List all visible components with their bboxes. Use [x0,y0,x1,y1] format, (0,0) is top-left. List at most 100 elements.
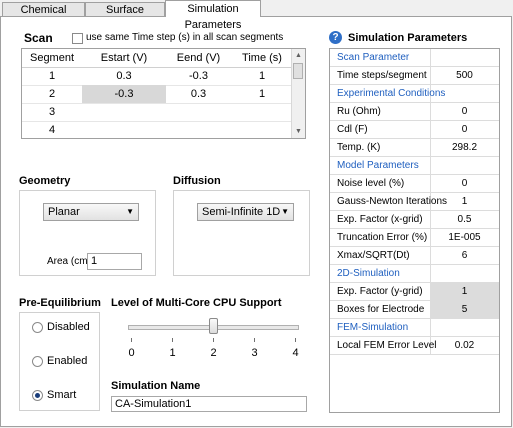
table-cell-time[interactable]: 1 [231,85,293,104]
table-row-segment: 2 [22,85,82,104]
parameter-row: Boxes for Electrode 5 [330,301,499,319]
table-cell-eend[interactable]: 0.3 [166,85,231,104]
radio-enabled[interactable] [32,356,43,367]
cpu-tick-mark [131,338,132,342]
table-cell-time[interactable]: 1 [231,67,293,86]
parameter-row: Truncation Error (%) 1E-005 [330,229,499,247]
parameter-label: Xmax/SQRT(Dt) [337,250,410,261]
cpu-tick-mark [213,338,214,342]
table-cell-time[interactable] [231,121,293,138]
parameter-value[interactable]: 1 [430,193,499,210]
geometry-title: Geometry [19,175,71,187]
parameters-title: Simulation Parameters [348,32,468,44]
chevron-down-icon: ▼ [281,207,289,216]
table-row-segment: 1 [22,67,82,86]
table-cell-eend[interactable]: -0.3 [166,67,231,86]
parameter-label: Cdl (F) [337,124,368,135]
parameter-value[interactable]: 298.2 [430,139,499,156]
diffusion-select[interactable]: Semi-Infinite 1D ▼ [197,203,294,221]
parameter-row: Noise level (%) 0 [330,175,499,193]
parameter-value[interactable]: 0 [430,103,499,120]
cpu-tick-mark [295,338,296,342]
parameter-section-header: Model Parameters [330,157,499,175]
cpu-tick-label: 0 [128,347,135,359]
column-header-estart: Estart (V) [82,49,166,68]
pre-equilibrium-title: Pre-Equilibrium [19,297,101,309]
table-cell-estart[interactable] [82,103,166,122]
tab-strip: Chemical Reactions Surface Reactions Sim… [0,0,513,31]
parameter-value[interactable]: 5 [430,301,499,318]
parameter-value[interactable]: 1E-005 [430,229,499,246]
parameter-row: Local FEM Error Level 0.02 [330,337,499,355]
table-cell-time[interactable] [231,103,293,122]
parameter-value[interactable]: 0 [430,121,499,138]
cpu-slider-thumb[interactable] [209,318,218,334]
table-row-segment: 3 [22,103,82,122]
scroll-up-icon[interactable]: ▲ [292,49,305,62]
table-cell-estart[interactable] [82,121,166,138]
cpu-tick-mark [172,338,173,342]
tab-chemical-reactions[interactable]: Chemical Reactions [2,2,85,30]
simulation-name-title: Simulation Name [111,380,201,392]
column-header-segment: Segment [22,49,82,68]
parameter-section-header: Scan Parameter [330,49,499,67]
radio-smart-label: Smart [47,389,77,401]
scroll-down-icon[interactable]: ▼ [292,125,305,138]
parameter-label: Scan Parameter [337,52,410,63]
parameter-row: Gauss-Newton Iterations 1 [330,193,499,211]
parameters-table: Scan Parameter Time steps/segment 500 Exper… [329,48,500,413]
parameter-label: Temp. (K) [337,142,381,153]
parameter-row: Exp. Factor (y-grid) 1 [330,283,499,301]
parameter-section-header: FEM-Simulation [330,319,499,337]
table-cell-estart-selected[interactable]: -0.3 [82,85,166,104]
parameter-label: Exp. Factor (y-grid) [337,286,423,297]
parameter-value[interactable]: 0 [430,175,499,192]
tab-surface-reactions[interactable]: Surface Reactions [85,2,165,30]
geometry-select[interactable]: Planar ▼ [43,203,139,221]
parameter-row: Time steps/segment 500 [330,67,499,85]
cpu-title: Level of Multi-Core CPU Support [111,297,282,309]
scan-grid: Segment Estart (V) Eend (V) Time (s) 1 0… [21,48,306,139]
tab-simulation-parameters[interactable]: Simulation Parameters [165,0,261,31]
parameter-row: Cdl (F) 0 [330,121,499,139]
diffusion-selected: Semi-Infinite 1D [202,206,281,218]
column-header-eend: Eend (V) [166,49,231,68]
parameter-row: Xmax/SQRT(Dt) 6 [330,247,499,265]
parameter-value[interactable]: 0.5 [430,211,499,228]
table-cell-eend[interactable] [166,103,231,122]
scan-title: Scan [24,31,53,45]
parameter-label: Truncation Error (%) [337,232,428,243]
parameter-label: Model Parameters [337,160,419,171]
parameter-section-header: 2D-Simulation [330,265,499,283]
parameter-value[interactable]: 6 [430,247,499,264]
parameter-value[interactable]: 500 [430,67,499,84]
parameter-label: Exp. Factor (x-grid) [337,214,423,225]
same-timestep-label: use same Time step (s) in all scan segme… [86,32,284,43]
parameter-label: Noise level (%) [337,178,405,189]
column-header-time: Time (s) [231,49,293,68]
radio-smart[interactable] [32,390,43,401]
table-row-segment: 4 [22,121,82,138]
radio-disabled[interactable] [32,322,43,333]
parameter-value[interactable]: 1 [430,283,499,300]
cpu-tick-label: 1 [169,347,176,359]
radio-enabled-label: Enabled [47,355,88,367]
scroll-thumb[interactable] [293,63,303,79]
parameter-value[interactable]: 0.02 [430,337,499,354]
chevron-down-icon: ▼ [126,207,134,216]
parameter-label: Local FEM Error Level [337,340,437,351]
table-cell-estart[interactable]: 0.3 [82,67,166,86]
parameter-section-header: Experimental Conditions [330,85,499,103]
table-cell-eend[interactable] [166,121,231,138]
same-timestep-checkbox[interactable] [72,33,83,44]
radio-disabled-label: Disabled [47,321,90,333]
area-input[interactable]: 1 [87,253,142,270]
help-icon[interactable]: ? [329,31,342,44]
parameter-row: Exp. Factor (x-grid) 0.5 [330,211,499,229]
parameter-label: Boxes for Electrode [337,304,425,315]
parameter-label: 2D-Simulation [337,268,400,279]
grid-scrollbar[interactable]: ▲ ▼ [291,49,305,138]
diffusion-title: Diffusion [173,175,221,187]
simulation-name-input[interactable]: CA-Simulation1 [111,396,307,412]
cpu-tick-label: 2 [210,347,217,359]
